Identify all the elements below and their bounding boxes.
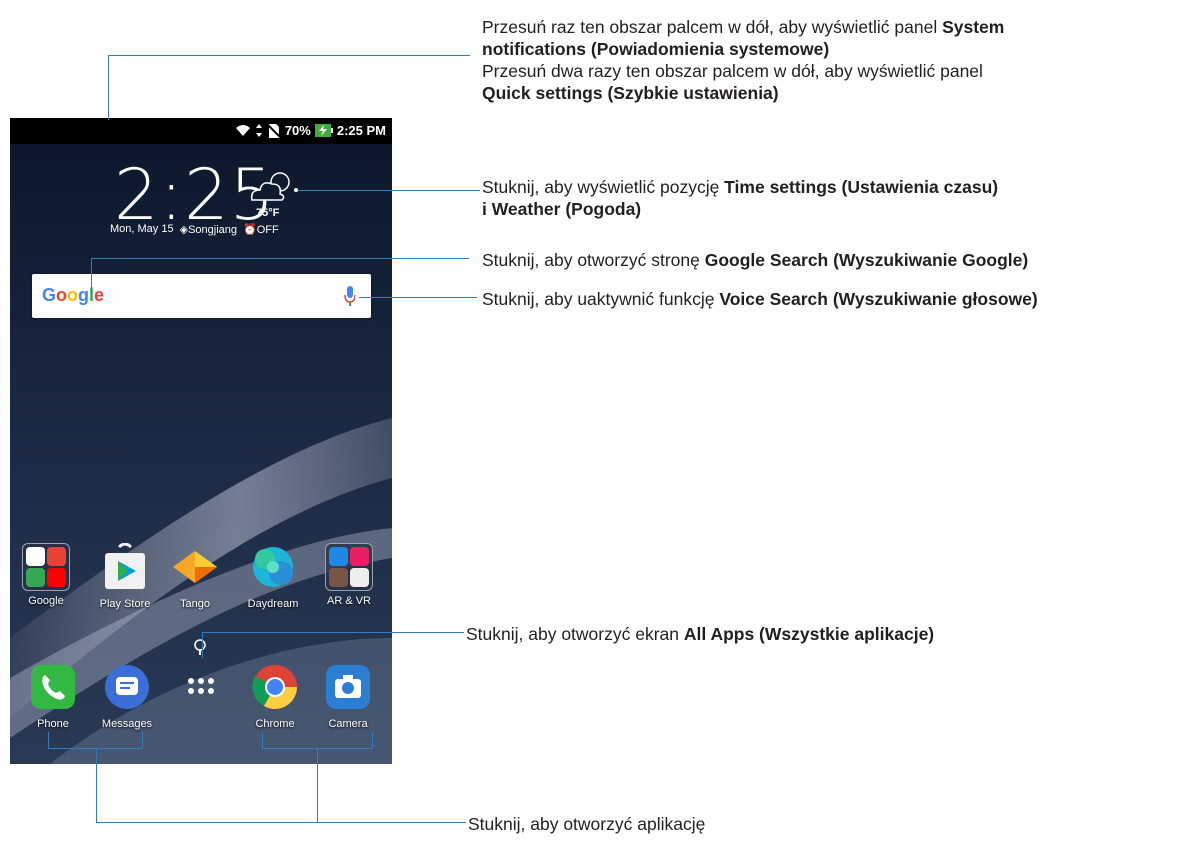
weather-cloud-sun-icon[interactable]	[246, 168, 296, 208]
bracket-line	[96, 748, 97, 822]
bracket-line	[48, 732, 49, 748]
location: ◈Songjiang	[179, 224, 237, 236]
alarm-icon: ⏰	[243, 224, 257, 236]
battery-charging-icon	[314, 124, 333, 137]
app-ar-vr-folder[interactable]: AR & VR	[314, 543, 384, 607]
bracket-line	[142, 732, 143, 748]
app-label: Play Store	[99, 598, 151, 610]
status-annotation: Przesuń raz ten obszar palcem w dół, aby…	[482, 17, 1005, 103]
google-callout-line	[91, 258, 469, 259]
date-line: Mon, May 15 ◈Songjiang ⏰OFF	[110, 223, 279, 236]
phone-screen: 70% 2:25 PM 2:25 75°F Mon, May 15 ◈Songj…	[10, 118, 392, 764]
bracket-line	[317, 748, 318, 822]
all-apps-grid-icon	[188, 678, 214, 694]
app-tango[interactable]: Tango	[160, 543, 230, 610]
dock-messages[interactable]: Messages	[92, 663, 162, 730]
all-apps-callout-line	[202, 632, 464, 633]
weather-callout-line	[298, 190, 480, 191]
dock-camera[interactable]: Camera	[313, 663, 383, 730]
app-daydream[interactable]: Daydream	[238, 543, 308, 610]
daydream-icon	[253, 547, 293, 587]
app-label: Camera	[328, 718, 368, 730]
play-store-icon	[105, 542, 145, 589]
date: Mon, May 15	[110, 223, 174, 235]
status-bar[interactable]: 70% 2:25 PM	[10, 118, 392, 144]
app-label: Chrome	[255, 718, 295, 730]
open-app-annotation: Stuknij, aby otworzyć aplikację	[468, 814, 706, 834]
time-annotation: Stuknij, aby wyświetlić pozycję Time set…	[482, 177, 999, 219]
open-app-callout-line	[96, 822, 466, 823]
tango-icon	[173, 551, 217, 583]
google-callout-line	[91, 258, 92, 294]
chrome-icon	[252, 665, 297, 709]
google-annotation: Stuknij, aby otworzyć stronę Google Sear…	[482, 250, 1029, 270]
status-callout-line	[108, 55, 470, 56]
voice-callout-line	[359, 297, 477, 298]
app-label: Tango	[180, 598, 210, 610]
app-label: Daydream	[247, 598, 299, 610]
messages-icon	[105, 665, 149, 709]
bracket-line	[262, 732, 263, 748]
alarm: ⏰OFF	[243, 224, 279, 236]
google-search-bar[interactable]: Google	[32, 274, 371, 318]
dock-phone[interactable]: Phone	[18, 663, 88, 730]
status-callout-line	[108, 55, 109, 120]
app-label: Google	[28, 595, 64, 607]
battery-percent: 70%	[284, 123, 311, 138]
no-sim-icon	[266, 123, 281, 138]
all-apps-callout-line	[202, 632, 203, 658]
ar-vr-folder-icon	[325, 543, 373, 591]
app-google-folder[interactable]: Google	[11, 543, 81, 607]
bracket-line	[48, 748, 142, 749]
temperature: 75°F	[256, 207, 280, 219]
data-arrows-icon	[255, 124, 262, 137]
camera-icon	[326, 665, 370, 709]
all-apps-annotation: Stuknij, aby otworzyć ekran All Apps (Ws…	[466, 624, 935, 644]
status-time: 2:25 PM	[336, 123, 386, 138]
phone-icon	[31, 665, 75, 709]
app-label: Messages	[101, 718, 153, 730]
google-logo[interactable]: Google	[42, 285, 104, 306]
bracket-line	[372, 732, 373, 748]
status-icons: 70% 2:25 PM	[235, 123, 386, 138]
voice-annotation: Stuknij, aby uaktywnić funkcję Voice Sea…	[482, 289, 1038, 309]
wifi-icon	[235, 125, 250, 136]
app-label: Phone	[37, 718, 69, 730]
app-play-store[interactable]: Play Store	[90, 542, 160, 610]
all-apps-button[interactable]	[166, 663, 236, 714]
google-folder-icon	[22, 543, 70, 591]
app-label: AR & VR	[326, 595, 371, 607]
location-icon: ◈	[179, 224, 189, 236]
page-indicator-icon[interactable]	[193, 638, 207, 656]
dock-chrome[interactable]: Chrome	[240, 663, 310, 730]
